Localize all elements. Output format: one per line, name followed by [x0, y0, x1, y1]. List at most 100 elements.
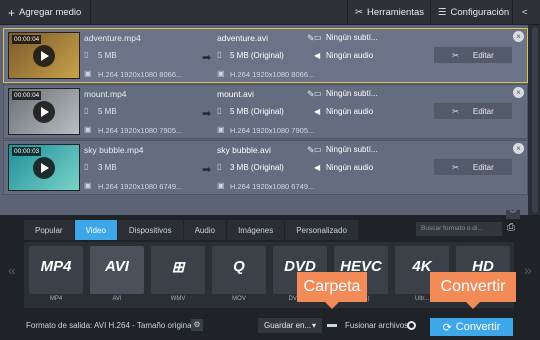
video-thumbnail[interactable]: 00:00:03	[8, 144, 80, 191]
format-label: WMV	[170, 296, 186, 302]
video-icon: ▣	[217, 181, 225, 190]
play-icon[interactable]	[33, 45, 55, 67]
scissors-icon: ✂	[452, 162, 459, 172]
top-toolbar: + Agregar medio ✂ Herramientas ☰ Configu…	[0, 0, 540, 25]
output-size-dropdown[interactable]: 5 MB (Original)	[230, 107, 284, 116]
settings-icon: ☰	[438, 7, 447, 18]
tools-label: Herramientas	[366, 7, 424, 18]
output-size-dropdown[interactable]: 3 MB (Original)	[230, 163, 284, 172]
convert-label: Convertir	[455, 321, 501, 333]
format-badge: ⊞	[171, 259, 185, 276]
video-icon: ▣	[217, 69, 225, 78]
remove-file-icon[interactable]: ×	[513, 87, 524, 98]
merge-files-label: Fusionar archivos	[345, 321, 409, 330]
edit-label: Editar	[472, 106, 494, 116]
divider	[430, 0, 431, 25]
edit-button[interactable]: ✂ Editar	[434, 103, 512, 119]
audio-dropdown[interactable]: Ningún audio	[326, 51, 373, 60]
play-icon[interactable]	[33, 157, 55, 179]
convert-button[interactable]: ⟳ Convertir	[430, 318, 513, 336]
add-media-button[interactable]: + Agregar medio	[8, 0, 81, 25]
source-size: 5 MB	[98, 51, 117, 60]
edit-button[interactable]: ✂ Editar	[434, 47, 512, 63]
video-icon: ▣	[84, 69, 92, 78]
divider	[90, 0, 91, 25]
format-tile-wmv[interactable]: ⊞	[151, 246, 205, 294]
file-icon: ▯	[84, 50, 89, 59]
gear-icon[interactable]: ⚙	[191, 319, 203, 331]
scroll-left-icon[interactable]: «	[8, 262, 16, 278]
tab-images[interactable]: Imágenes	[227, 220, 286, 240]
speaker-icon: ◀	[314, 107, 321, 116]
merge-toggle[interactable]	[407, 321, 416, 330]
divider	[347, 0, 348, 25]
remove-file-icon[interactable]: ×	[513, 31, 524, 42]
duration-badge: 00:00:04	[12, 35, 42, 44]
edit-button[interactable]: ✂ Editar	[434, 159, 512, 175]
file-row[interactable]: 00:00:03 sky bubble.mp4 ▯ 3 MB ▣ H.264 1…	[3, 140, 528, 195]
tab-custom[interactable]: Personalizado	[285, 220, 359, 240]
format-label: MP4	[49, 296, 63, 302]
scissors-icon: ✂	[452, 50, 459, 60]
source-codec: H.264 1920x1080 6749...	[98, 182, 183, 191]
audio-dropdown[interactable]: Ningún audio	[326, 107, 373, 116]
play-icon[interactable]	[33, 101, 55, 123]
arrow-right-icon: ➡	[202, 52, 212, 64]
format-search-input[interactable]: Buscar formato o di...	[416, 222, 502, 236]
tab-video[interactable]: Video	[74, 220, 118, 240]
file-icon: ▯	[84, 162, 89, 171]
duration-badge: 00:00:04	[12, 91, 42, 100]
speaker-icon: ◀	[314, 51, 321, 60]
tab-devices[interactable]: Dispositivos	[117, 220, 184, 240]
divider	[512, 0, 513, 25]
video-icon: ▣	[217, 125, 225, 134]
folder-callout: Carpeta	[297, 272, 367, 309]
convert-callout: Convertir	[430, 272, 516, 309]
edit-label: Editar	[472, 50, 494, 60]
subtitles-dropdown[interactable]: Ningún subtí...	[326, 33, 378, 42]
file-row[interactable]: 00:00:04 adventure.mp4 ▯ 5 MB ▣ H.264 19…	[3, 28, 528, 83]
remove-file-icon[interactable]: ×	[513, 143, 524, 154]
format-tile-mov[interactable]: Q	[212, 246, 266, 294]
file-icon: ▯	[84, 106, 89, 115]
callout-text: Convertir	[440, 278, 506, 295]
file-icon: ▯	[217, 162, 222, 171]
output-size-dropdown[interactable]: 5 MB (Original)	[230, 51, 284, 60]
settings-label: Configuración	[450, 7, 510, 18]
chevron-down-icon: ▾	[311, 321, 316, 330]
settings-button[interactable]: ☰ Configuración	[438, 0, 509, 25]
format-tile-avi[interactable]: AVI	[90, 246, 144, 294]
format-tile-mp4[interactable]: MP4	[29, 246, 83, 294]
duration-badge: 00:00:03	[12, 147, 42, 156]
format-badge: Q	[233, 258, 245, 275]
audio-dropdown[interactable]: Ningún audio	[326, 163, 373, 172]
subtitles-icon: ▭	[314, 33, 322, 42]
source-filename: mount.mp4	[84, 89, 127, 99]
subtitles-dropdown[interactable]: Ningún subtí...	[326, 89, 378, 98]
save-to-dropdown[interactable]: Guardar en... ▾	[258, 318, 322, 333]
tab-popular[interactable]: Popular	[24, 220, 75, 240]
source-size: 3 MB	[98, 163, 117, 172]
tab-audio[interactable]: Audio	[183, 220, 228, 240]
video-thumbnail[interactable]: 00:00:04	[8, 32, 80, 79]
format-badge: MP4	[40, 258, 72, 275]
tools-button[interactable]: ✂ Herramientas	[355, 0, 424, 25]
share-button[interactable]: <	[522, 0, 528, 25]
scroll-right-icon[interactable]: »	[524, 262, 532, 278]
scrollbar-thumb[interactable]	[532, 27, 538, 213]
speaker-icon: ◀	[314, 163, 321, 172]
refresh-icon: ⟳	[442, 321, 452, 334]
file-icon: ▯	[217, 50, 222, 59]
file-list-scrollbar[interactable]	[530, 25, 540, 215]
collapse-panel-icon[interactable]: ︾	[506, 210, 520, 219]
source-codec: H.264 1920x1080 7905...	[98, 126, 183, 135]
video-thumbnail[interactable]: 00:00:04	[8, 88, 80, 135]
file-list: 00:00:04 adventure.mp4 ▯ 5 MB ▣ H.264 19…	[0, 25, 528, 215]
file-icon: ▯	[217, 106, 222, 115]
folder-icon[interactable]: ▬	[327, 319, 337, 330]
output-codec: H.264 1920x1080 7905...	[230, 126, 315, 135]
device-detect-icon[interactable]: ⎙	[507, 222, 515, 233]
share-icon: <	[522, 7, 528, 18]
subtitles-dropdown[interactable]: Ningún subtí...	[326, 145, 378, 154]
file-row[interactable]: 00:00:04 mount.mp4 ▯ 5 MB ▣ H.264 1920x1…	[3, 84, 528, 139]
